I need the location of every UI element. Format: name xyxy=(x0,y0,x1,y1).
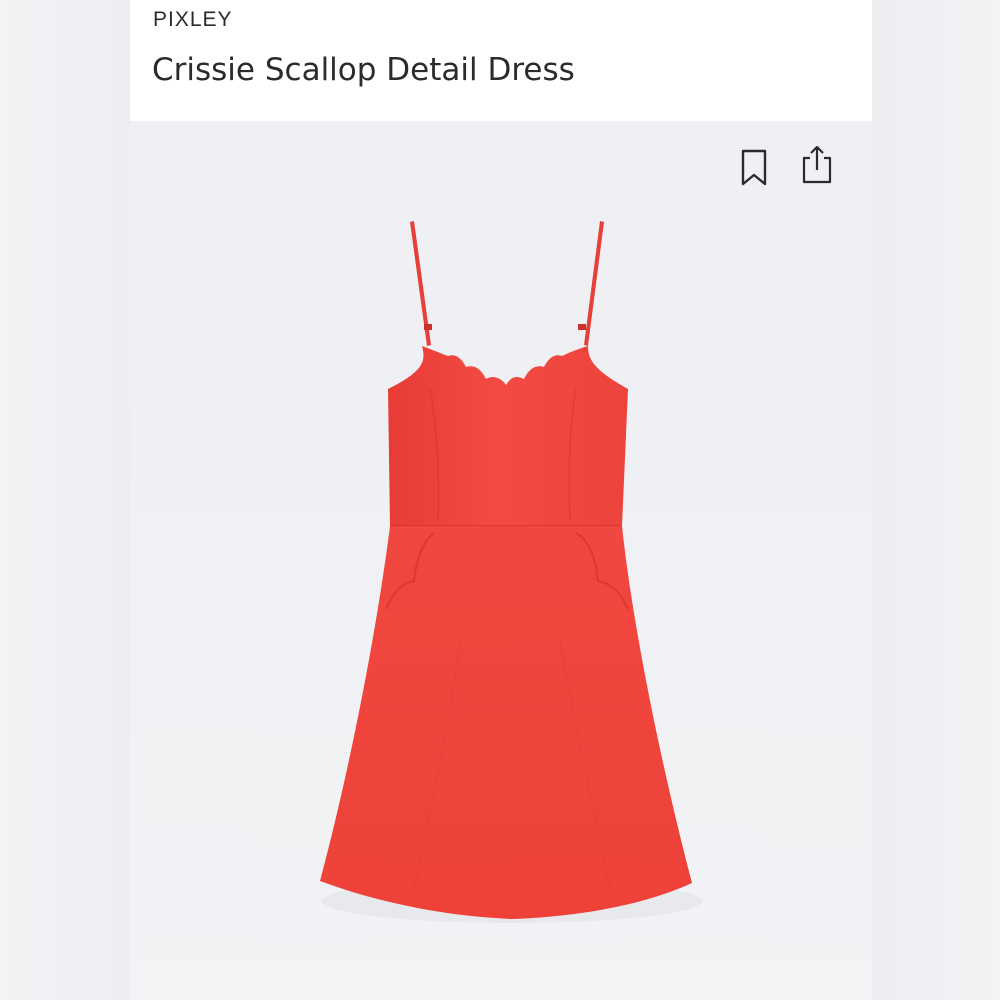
product-card: PIXLEY Crissie Scallop Detail Dress xyxy=(130,0,872,1000)
product-image xyxy=(320,221,702,923)
bookmark-button[interactable] xyxy=(736,146,772,190)
product-image-area[interactable] xyxy=(130,121,872,1000)
product-title: Crissie Scallop Detail Dress xyxy=(152,52,575,88)
left-margin xyxy=(0,0,130,1000)
right-margin xyxy=(872,0,1000,1000)
brand-name[interactable]: PIXLEY xyxy=(153,8,233,32)
share-button[interactable] xyxy=(799,142,835,186)
share-icon xyxy=(802,145,832,184)
bookmark-icon xyxy=(741,149,767,186)
product-header: PIXLEY Crissie Scallop Detail Dress xyxy=(130,0,872,121)
